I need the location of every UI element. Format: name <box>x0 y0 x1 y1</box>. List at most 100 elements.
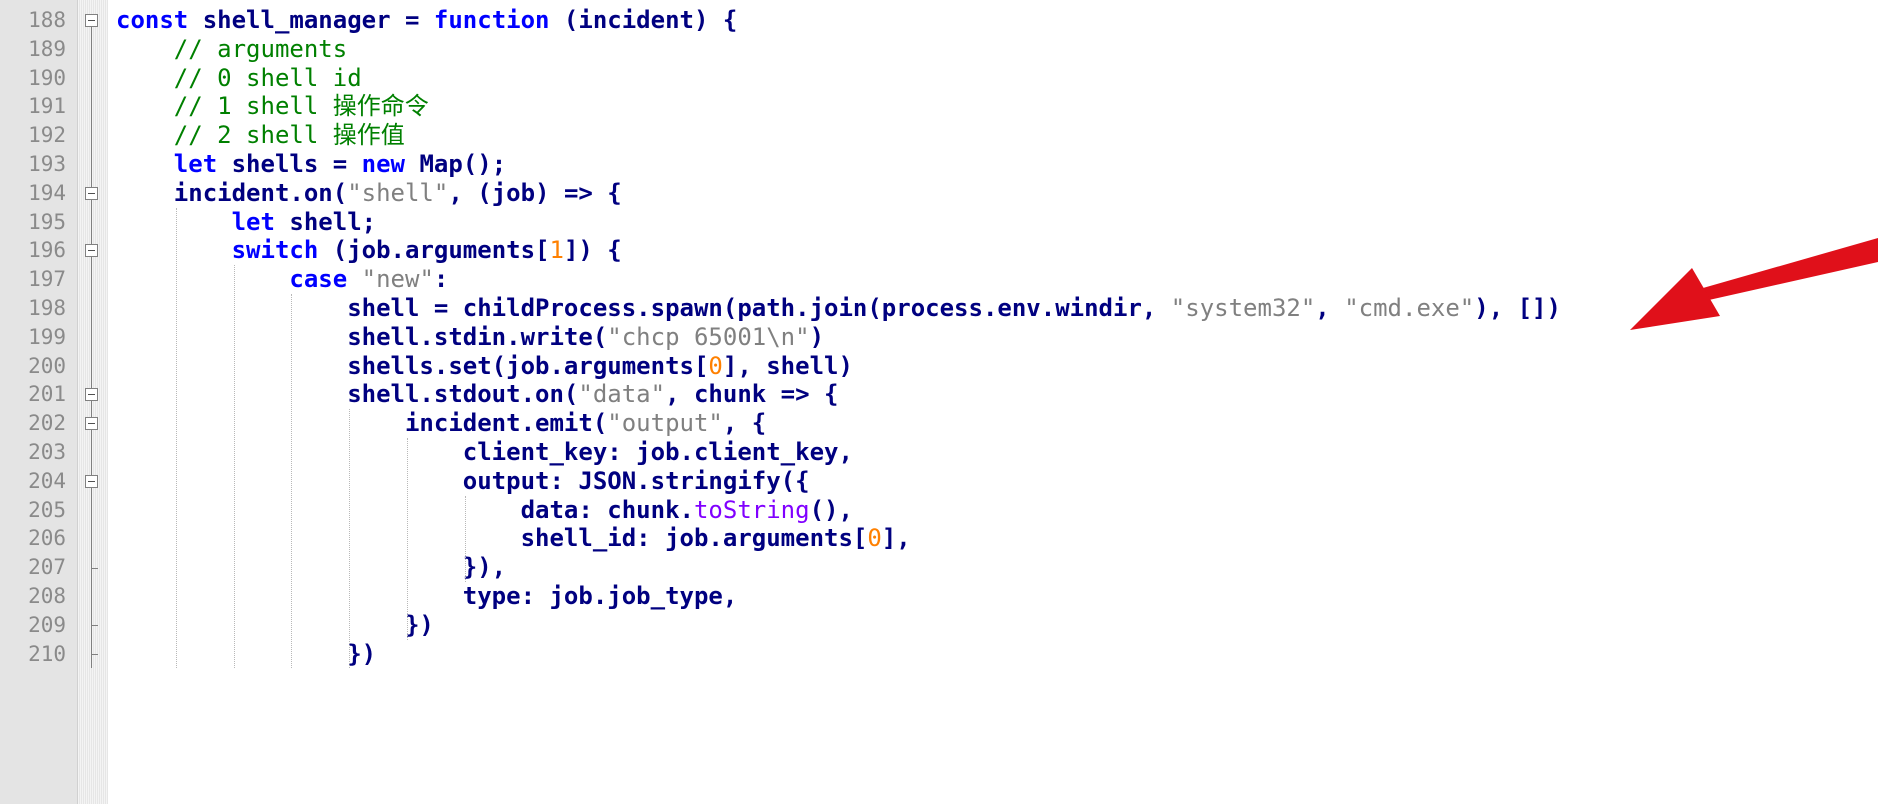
fold-minus-icon[interactable] <box>85 409 100 438</box>
code-text[interactable]: const shell_manager = function (incident… <box>116 6 737 35</box>
code-text[interactable]: }) <box>116 611 434 640</box>
fold-minus-icon[interactable] <box>85 178 100 208</box>
fold-line-segment <box>85 63 100 93</box>
code-text[interactable]: // 2 shell 操作值 <box>116 121 405 150</box>
code-text[interactable]: case "new": <box>116 265 448 294</box>
code-token-plain: output: JSON.stringify({ <box>116 466 810 495</box>
code-text[interactable]: let shells = new Map(); <box>116 150 506 179</box>
fold-box[interactable] <box>85 417 98 431</box>
code-line[interactable]: 208 type: job.job_type, <box>0 582 1878 611</box>
code-token-num: 1 <box>549 236 564 265</box>
code-line[interactable]: 207 }), <box>0 553 1878 582</box>
fold-minus-icon[interactable] <box>85 236 100 266</box>
line-number: 190 <box>28 65 66 90</box>
line-number: 200 <box>28 353 66 378</box>
fold-line-segment <box>85 322 100 352</box>
code-token-kw: const <box>116 6 189 34</box>
code-text[interactable]: client_key: job.client_key, <box>116 438 853 467</box>
code-text[interactable]: switch (job.arguments[1]) { <box>116 236 622 265</box>
fold-minus-icon[interactable] <box>85 466 100 496</box>
code-text[interactable]: shell.stdout.on("data", chunk => { <box>116 380 838 409</box>
code-text[interactable]: shell.stdin.write("chcp 65001\n") <box>116 323 824 352</box>
fold-line <box>91 495 92 525</box>
code-line[interactable]: 199 shell.stdin.write("chcp 65001\n") <box>0 322 1878 352</box>
code-line[interactable]: 203 client_key: job.client_key, <box>0 438 1878 467</box>
fold-box[interactable] <box>85 388 98 402</box>
fold-line <box>91 401 92 410</box>
fold-line-segment <box>85 351 100 381</box>
code-line[interactable]: 190 // 0 shell id <box>0 63 1878 93</box>
code-line[interactable]: 210 }) <box>0 639 1878 669</box>
fold-line <box>91 178 92 187</box>
fold-box[interactable] <box>85 14 98 27</box>
code-text[interactable]: incident.emit("output", { <box>116 409 766 438</box>
code-line[interactable]: 195 let shell; <box>0 207 1878 237</box>
line-number: 196 <box>28 238 66 263</box>
code-line[interactable]: 191 // 1 shell 操作命令 <box>0 92 1878 122</box>
code-text[interactable]: shell = childProcess.spawn(path.join(pro… <box>116 294 1561 323</box>
code-text[interactable]: output: JSON.stringify({ <box>116 467 810 496</box>
line-number: 209 <box>28 612 66 637</box>
code-text[interactable]: data: chunk.toString(), <box>116 496 853 525</box>
code-token-plain: shell.stdin.write( <box>116 322 608 351</box>
code-token-plain: }) <box>116 610 434 639</box>
fold-minus-icon[interactable] <box>85 380 100 410</box>
code-token-method: toString <box>693 495 810 524</box>
code-line[interactable]: 193 let shells = new Map(); <box>0 150 1878 179</box>
code-line[interactable]: 194 incident.on("shell", (job) => { <box>0 178 1878 208</box>
line-number: 204 <box>28 468 66 493</box>
fold-box[interactable] <box>85 244 98 258</box>
fold-line-segment <box>85 265 100 294</box>
code-token-kw: case <box>289 265 348 294</box>
code-line[interactable]: 201 shell.stdout.on("data", chunk => { <box>0 380 1878 410</box>
fold-line <box>91 265 92 294</box>
fold-line <box>91 236 92 245</box>
code-text[interactable]: // 0 shell id <box>116 64 362 93</box>
code-line[interactable]: 206 shell_id: job.arguments[0], <box>0 524 1878 554</box>
code-line[interactable]: 202 incident.emit("output", { <box>0 409 1878 438</box>
fold-line <box>91 466 92 475</box>
code-text[interactable]: }) <box>116 640 376 669</box>
code-token-str: "system32" <box>1170 294 1316 322</box>
code-line[interactable]: 189 // arguments <box>0 34 1878 64</box>
indent-guide <box>464 495 466 582</box>
fold-line <box>91 351 92 381</box>
code-token-str: "new" <box>361 265 434 294</box>
code-line[interactable]: 209 }) <box>0 610 1878 640</box>
code-text[interactable]: incident.on("shell", (job) => { <box>116 179 622 208</box>
line-number: 202 <box>28 411 66 436</box>
code-line[interactable]: 200 shells.set(job.arguments[0], shell) <box>0 351 1878 381</box>
code-text[interactable]: shell_id: job.arguments[0], <box>116 524 911 553</box>
code-line[interactable]: 196 switch (job.arguments[1]) { <box>0 236 1878 266</box>
code-text[interactable]: // arguments <box>116 35 347 64</box>
code-token-num: 0 <box>867 524 882 553</box>
code-line[interactable]: 198 shell = childProcess.spawn(path.join… <box>0 294 1878 323</box>
code-text[interactable]: type: job.job_type, <box>116 582 738 611</box>
code-text[interactable]: let shell; <box>116 208 377 237</box>
code-text[interactable]: // 1 shell 操作命令 <box>116 92 429 121</box>
code-line[interactable]: 197 case "new": <box>0 265 1878 294</box>
code-token-plain: ) <box>809 322 825 351</box>
fold-line-segment <box>85 207 100 237</box>
code-text[interactable]: }), <box>116 553 506 582</box>
fold-box[interactable] <box>85 186 98 200</box>
line-number: 208 <box>28 584 66 608</box>
fold-box[interactable] <box>85 474 98 488</box>
code-token-num: 0 <box>708 351 723 380</box>
code-text[interactable]: shells.set(job.arguments[0], shell) <box>116 352 853 381</box>
fold-line-segment <box>85 524 100 554</box>
code-token-plain: , chunk => { <box>665 380 839 409</box>
fold-minus-icon[interactable] <box>85 6 100 35</box>
line-number: 199 <box>28 324 66 349</box>
code-editor[interactable]: 188 const shell_manager = function (incid… <box>0 0 1878 804</box>
code-line[interactable]: 205 data: chunk.toString(), <box>0 495 1878 525</box>
fold-line <box>91 150 92 179</box>
code-token-cmt: // 2 shell 操作值 <box>116 121 405 150</box>
code-line[interactable]: 192 // 2 shell 操作值 <box>0 121 1878 150</box>
code-line[interactable]: 188 const shell_manager = function (incid… <box>0 6 1878 35</box>
code-line[interactable]: 204 output: JSON.stringify({ <box>0 466 1878 496</box>
fold-end-icon <box>85 610 100 640</box>
fold-line <box>91 199 92 208</box>
